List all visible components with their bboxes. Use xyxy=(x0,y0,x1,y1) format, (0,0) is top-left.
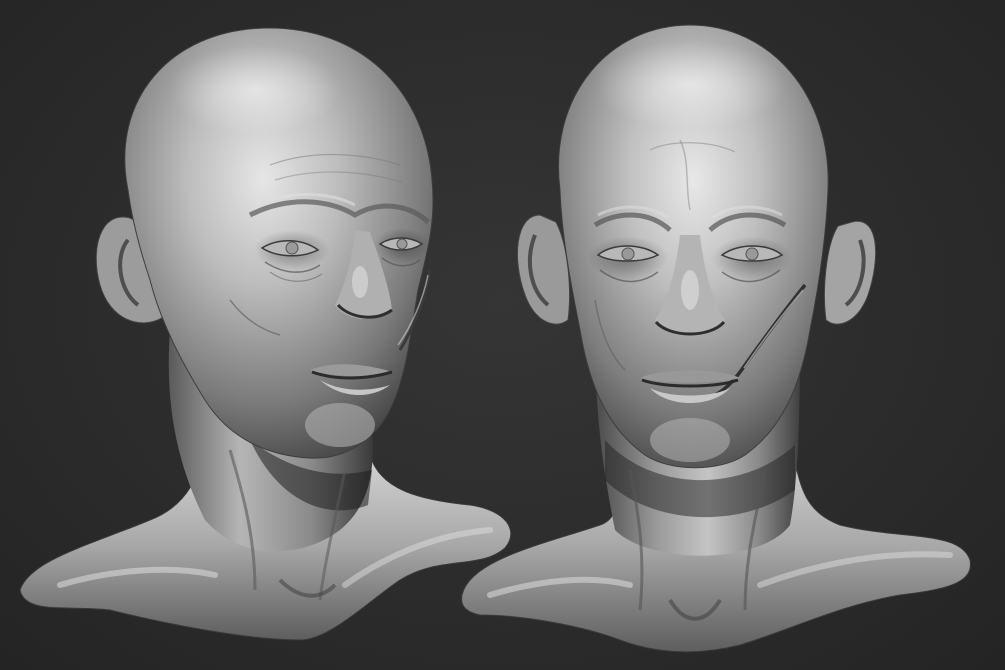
sculpt-bust-front-view xyxy=(461,24,971,653)
render-canvas xyxy=(0,0,1005,670)
sculpt-bust-three-quarter-view xyxy=(19,27,512,641)
sculpt-render xyxy=(19,24,971,653)
